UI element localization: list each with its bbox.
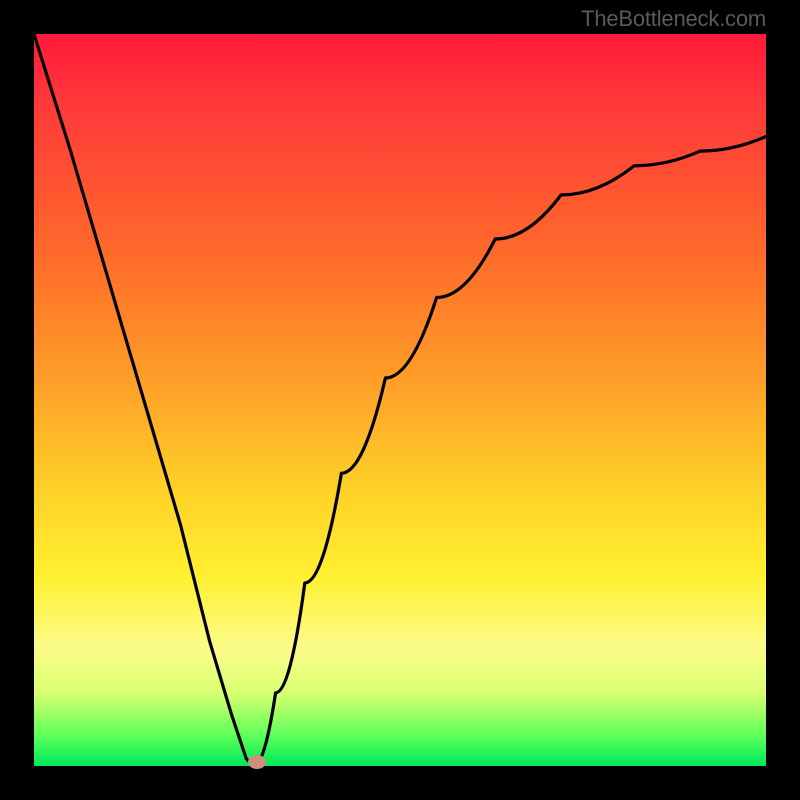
optimum-marker xyxy=(248,755,266,769)
plot-area xyxy=(34,34,766,766)
attribution-label: TheBottleneck.com xyxy=(581,6,766,32)
chart-frame: TheBottleneck.com xyxy=(0,0,800,800)
bottleneck-curve xyxy=(34,34,766,766)
